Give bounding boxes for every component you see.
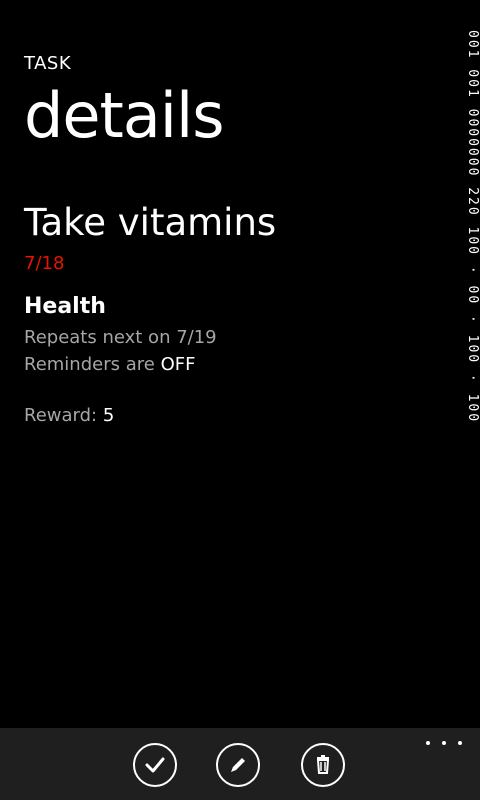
frame-rate-counter-text: 001 001 0000000 220 100 · 00 · 100 · 100 — [465, 30, 480, 424]
pencil-icon — [231, 758, 245, 772]
reward-line: Reward: 5 — [24, 404, 114, 428]
reminders-label: Reminders are — [24, 354, 155, 375]
frame-rate-counter: 001 001 0000000 220 100 · 00 · 100 · 100 — [463, 30, 480, 423]
complete-button[interactable] — [133, 743, 177, 787]
application-bar — [0, 728, 480, 800]
task-summary: Take vitamins 7/18 — [24, 198, 444, 276]
app-title: TASK — [24, 53, 72, 74]
reminders-value: OFF — [160, 354, 196, 375]
reward-label: Reward: — [24, 405, 98, 426]
ellipsis-dot — [426, 741, 430, 745]
due-date: 7/18 — [24, 253, 65, 274]
page-title: details — [24, 79, 225, 152]
page-header: TASK details — [24, 52, 444, 152]
reminders-line: Reminders are OFF — [24, 353, 195, 377]
task-category: Health — [24, 294, 106, 319]
ellipsis-dot — [458, 741, 462, 745]
trash-icon — [316, 755, 330, 774]
repeats-text: Repeats next on 7/19 — [24, 327, 217, 348]
edit-button[interactable] — [216, 743, 260, 787]
ellipsis-dot — [442, 741, 446, 745]
delete-button[interactable] — [301, 743, 345, 787]
check-icon — [145, 757, 165, 773]
reward-value: 5 — [102, 405, 115, 426]
more-options-button[interactable] — [426, 734, 462, 752]
task-name: Take vitamins — [24, 201, 277, 244]
